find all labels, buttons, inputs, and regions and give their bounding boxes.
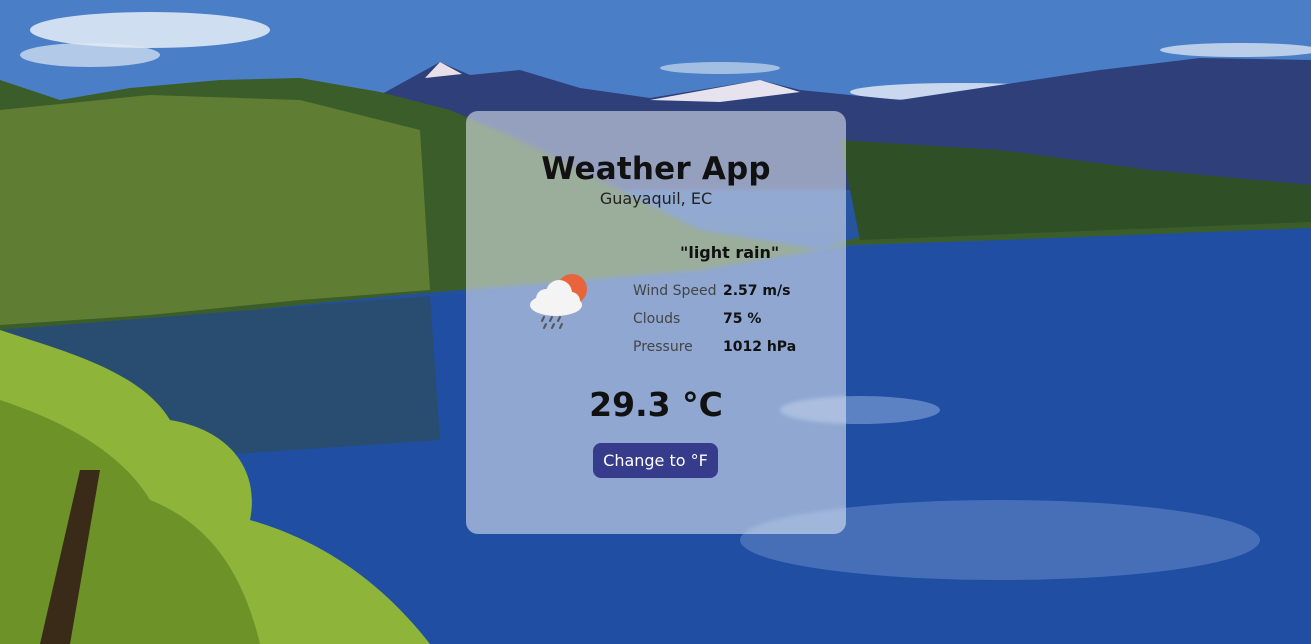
stat-label: Pressure [633,339,693,355]
temperature-display: 29.3 °C [589,385,723,424]
stat-value: 1012 hPa [723,339,797,355]
stat-row-clouds: Clouds 75 % [633,305,796,333]
cloud-sun-rain-icon [526,269,592,335]
stat-label: Clouds [633,311,681,327]
weather-description: "light rain" [680,243,780,262]
weather-stats: Wind Speed 2.57 m/s Clouds 75 % Pressure… [633,277,796,361]
app-title: Weather App [541,151,771,187]
location-label: Guayaquil, EC [599,189,713,208]
stat-label: Wind Speed [633,283,717,299]
stat-row-pressure: Pressure 1012 hPa [633,333,796,361]
stat-value: 75 % [723,311,762,327]
unit-toggle-button[interactable]: Change to °F [593,443,718,478]
stat-row-wind: Wind Speed 2.57 m/s [633,277,796,305]
weather-card: Weather App Guayaquil, EC "light rain" W… [466,111,846,534]
stat-value: 2.57 m/s [723,283,791,299]
